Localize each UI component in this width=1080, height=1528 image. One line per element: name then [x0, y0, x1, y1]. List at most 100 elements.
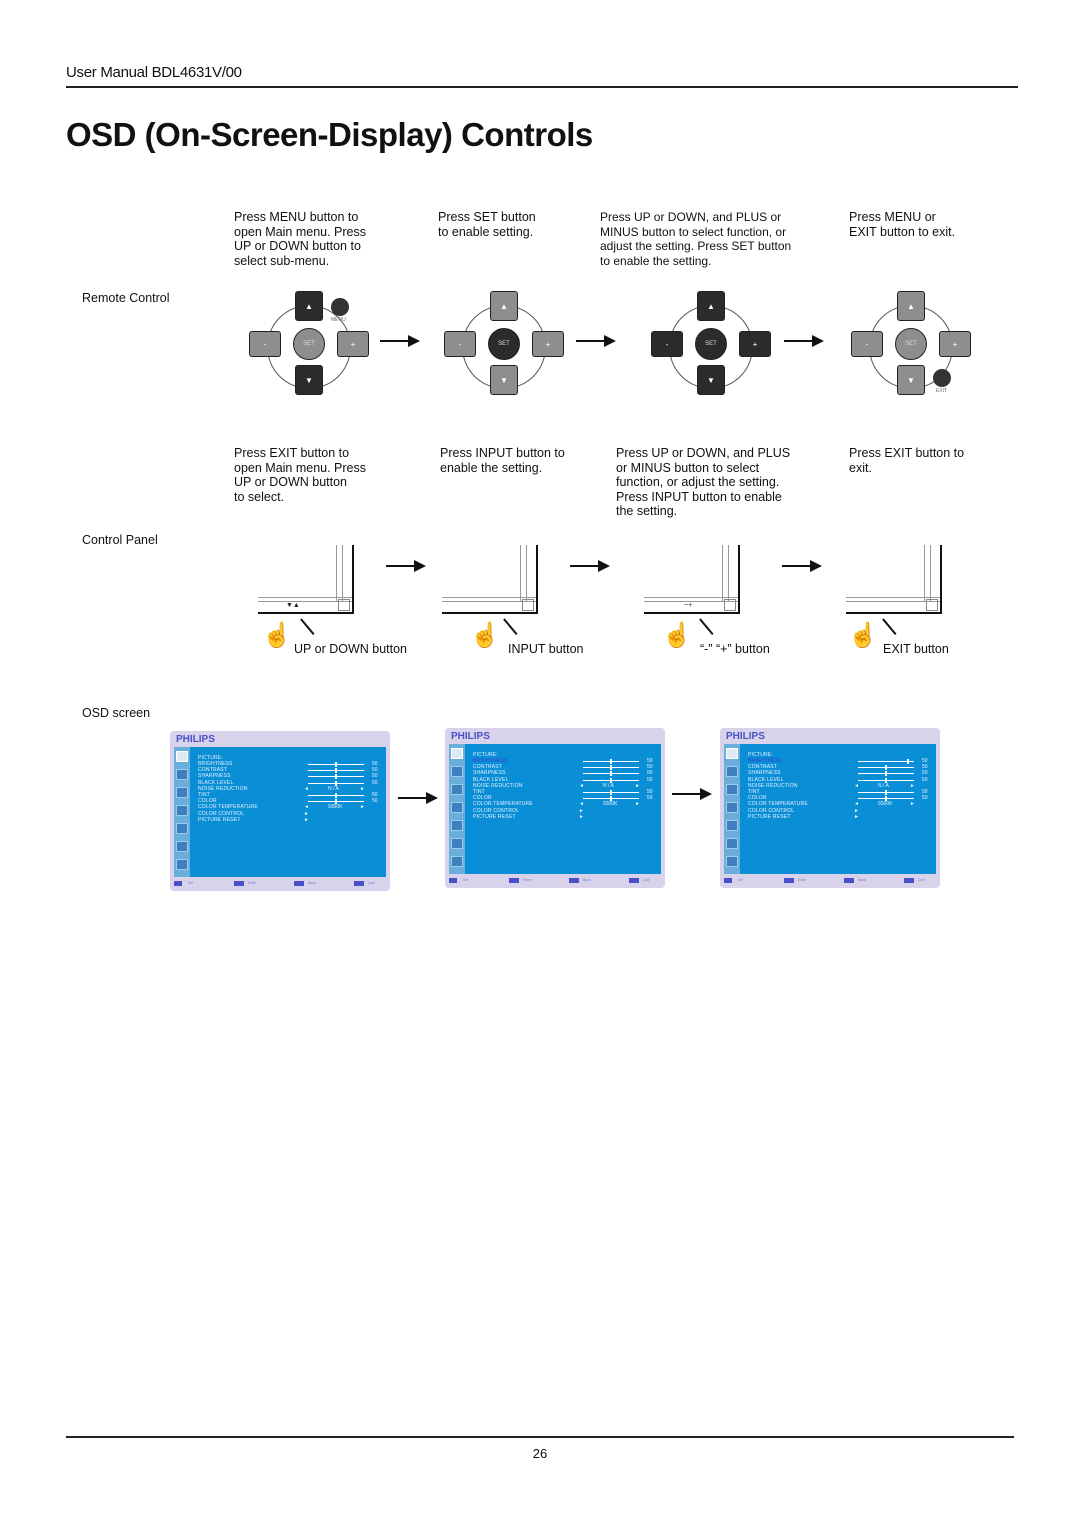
osd-menu-item[interactable]: COLOR TEMPERATURE: [748, 801, 808, 807]
advanced-icon[interactable]: [176, 859, 188, 870]
osd-submenu-arrow-icon[interactable]: ►: [304, 811, 309, 817]
osd-slider-knob[interactable]: [885, 765, 887, 771]
advanced-icon[interactable]: [726, 856, 738, 867]
advanced-icon[interactable]: [451, 856, 463, 867]
down-key[interactable]: ▼: [697, 365, 725, 395]
down-key[interactable]: ▼: [897, 365, 925, 395]
osd-menu-item[interactable]: NOISE REDUCTION: [198, 786, 248, 792]
osd-submenu-arrow-icon[interactable]: ►: [854, 808, 859, 814]
osd-menu-item[interactable]: BRIGHTNESS: [473, 758, 508, 764]
up-key[interactable]: ▲: [295, 291, 323, 321]
osd-slider-knob[interactable]: [907, 759, 910, 764]
plus-key[interactable]: +: [532, 331, 564, 357]
config2-icon[interactable]: [451, 838, 463, 849]
osd-right-arrow-icon[interactable]: ►: [360, 786, 365, 792]
pip-icon[interactable]: [176, 805, 188, 816]
audio-icon[interactable]: [726, 784, 738, 795]
config2-icon[interactable]: [726, 838, 738, 849]
osd-submenu-arrow-icon[interactable]: ►: [854, 814, 859, 820]
exit-button[interactable]: [933, 369, 951, 387]
osd-menu-item[interactable]: SHARPNESS: [473, 770, 506, 776]
osd-menu-item[interactable]: BLACK LEVEL: [748, 777, 784, 783]
osd-menu-item[interactable]: PICTURE RESET: [198, 817, 241, 823]
plus-key[interactable]: +: [337, 331, 369, 357]
osd-right-arrow-icon[interactable]: ►: [635, 783, 640, 789]
pip-icon[interactable]: [451, 802, 463, 813]
minus-key[interactable]: -: [651, 331, 683, 357]
osd-menu-item[interactable]: TINT: [748, 789, 760, 795]
up-key[interactable]: ▲: [697, 291, 725, 321]
config2-icon[interactable]: [176, 841, 188, 852]
up-key[interactable]: ▲: [897, 291, 925, 321]
osd-left-arrow-icon[interactable]: ◄: [854, 783, 859, 789]
minus-key[interactable]: -: [444, 331, 476, 357]
osd-menu-item[interactable]: PICTURE RESET: [473, 814, 516, 820]
set-key[interactable]: SET: [895, 328, 927, 360]
osd-menu-item[interactable]: CONTRAST: [198, 767, 227, 773]
up-down-button-mark[interactable]: ▼▲: [286, 602, 300, 609]
config1-icon[interactable]: [176, 823, 188, 834]
minus-key[interactable]: -: [851, 331, 883, 357]
osd-menu-item[interactable]: COLOR: [473, 795, 492, 801]
plus-key[interactable]: +: [739, 331, 771, 357]
minus-plus-button-mark[interactable]: −+: [684, 602, 692, 609]
osd-left-arrow-icon[interactable]: ◄: [854, 801, 859, 807]
down-key[interactable]: ▼: [490, 365, 518, 395]
osd-submenu-arrow-icon[interactable]: ►: [304, 817, 309, 823]
picture-icon[interactable]: [726, 748, 738, 759]
down-key[interactable]: ▼: [295, 365, 323, 395]
osd-left-arrow-icon[interactable]: ◄: [304, 804, 309, 810]
osd-left-arrow-icon[interactable]: ◄: [579, 783, 584, 789]
minus-key[interactable]: -: [249, 331, 281, 357]
audio-icon[interactable]: [176, 787, 188, 798]
osd-menu-item[interactable]: COLOR TEMPERATURE: [198, 804, 258, 810]
plus-key[interactable]: +: [939, 331, 971, 357]
config1-icon[interactable]: [726, 820, 738, 831]
osd-left-arrow-icon[interactable]: ◄: [304, 786, 309, 792]
osd-right-arrow-icon[interactable]: ►: [635, 801, 640, 807]
screen-icon[interactable]: [451, 766, 463, 777]
osd-menu-item[interactable]: TINT: [198, 792, 210, 798]
osd-left-arrow-icon[interactable]: ◄: [579, 801, 584, 807]
osd-slider-knob[interactable]: [335, 793, 337, 798]
picture-icon[interactable]: [451, 748, 463, 759]
config1-icon[interactable]: [451, 820, 463, 831]
osd-menu-item[interactable]: SHARPNESS: [198, 773, 231, 779]
screen-icon[interactable]: [176, 769, 188, 780]
osd-menu-item[interactable]: COLOR CONTROL: [473, 808, 519, 814]
menu-button[interactable]: [331, 298, 349, 316]
osd-slider-track[interactable]: [858, 761, 914, 762]
osd-menu-item[interactable]: CONTRAST: [748, 764, 777, 770]
up-key[interactable]: ▲: [490, 291, 518, 321]
osd-menu-item[interactable]: COLOR: [748, 795, 767, 801]
osd-menu-item[interactable]: BRIGHTNESS: [748, 758, 783, 764]
osd-menu-item[interactable]: NOISE REDUCTION: [473, 783, 523, 789]
screen-icon[interactable]: [726, 766, 738, 777]
osd-slider-knob[interactable]: [335, 774, 337, 780]
set-key[interactable]: SET: [695, 328, 727, 360]
osd-right-arrow-icon[interactable]: ►: [910, 783, 915, 789]
set-key[interactable]: SET: [488, 328, 520, 360]
osd-menu-item[interactable]: BLACK LEVEL: [473, 777, 509, 783]
osd-slider-knob[interactable]: [335, 762, 337, 767]
osd-menu-item[interactable]: BRIGHTNESS: [198, 761, 233, 767]
osd-slider-knob[interactable]: [335, 768, 337, 774]
osd-menu-item[interactable]: BLACK LEVEL: [198, 780, 234, 786]
osd-slider-knob[interactable]: [610, 759, 612, 764]
osd-menu-item[interactable]: COLOR: [198, 798, 217, 804]
osd-menu-item[interactable]: NOISE REDUCTION: [748, 783, 798, 789]
osd-menu-item[interactable]: COLOR CONTROL: [748, 808, 794, 814]
osd-slider-knob[interactable]: [885, 790, 887, 795]
osd-slider-knob[interactable]: [885, 771, 887, 777]
osd-slider-knob[interactable]: [610, 771, 612, 777]
osd-right-arrow-icon[interactable]: ►: [910, 801, 915, 807]
osd-menu-item[interactable]: CONTRAST: [473, 764, 502, 770]
osd-slider-knob[interactable]: [610, 790, 612, 795]
osd-submenu-arrow-icon[interactable]: ►: [579, 814, 584, 820]
osd-slider-knob[interactable]: [610, 765, 612, 771]
osd-menu-item[interactable]: PICTURE RESET: [748, 814, 791, 820]
osd-menu-item[interactable]: COLOR CONTROL: [198, 811, 244, 817]
osd-menu-item[interactable]: COLOR TEMPERATURE: [473, 801, 533, 807]
audio-icon[interactable]: [451, 784, 463, 795]
set-key[interactable]: SET: [293, 328, 325, 360]
